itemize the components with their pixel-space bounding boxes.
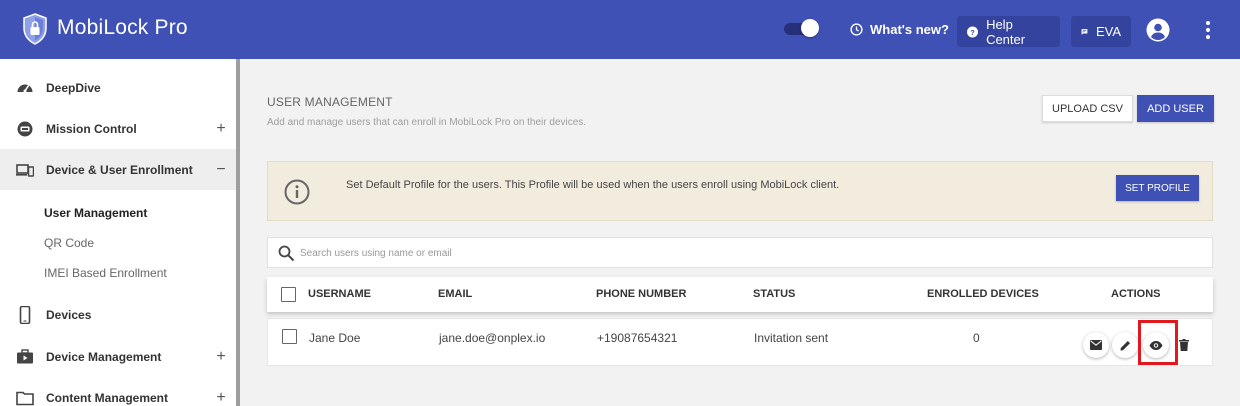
sidebar-item-deepdive[interactable]: DeepDive xyxy=(0,67,236,108)
sidebar-scrollbar[interactable] xyxy=(236,59,240,406)
cell-enrolled-devices: 0 xyxy=(973,331,980,345)
more-vertical-icon[interactable] xyxy=(1198,19,1218,41)
mission-control-icon xyxy=(17,121,33,136)
email-icon xyxy=(1090,340,1102,350)
cell-status: Invitation sent xyxy=(754,331,829,345)
sidebar-subitem-qr-code[interactable]: QR Code xyxy=(44,236,94,250)
edit-user-button[interactable] xyxy=(1112,332,1138,358)
phone-icon xyxy=(19,305,31,324)
theme-toggle-switch[interactable] xyxy=(784,19,820,37)
briefcase-icon xyxy=(17,348,33,363)
top-app-bar: MobiLock Pro What's new? ? Help Center E… xyxy=(0,0,1240,59)
page-subtitle: Add and manage users that can enroll in … xyxy=(267,117,587,128)
whats-new-label: What's new? xyxy=(870,22,949,37)
sidebar-item-label: Device Management xyxy=(46,349,162,364)
search-input[interactable] xyxy=(300,243,1180,263)
select-all-checkbox[interactable] xyxy=(281,287,296,302)
set-profile-button[interactable]: SET PROFILE xyxy=(1116,175,1199,201)
upload-csv-button[interactable]: UPLOAD CSV xyxy=(1042,95,1133,122)
help-circle-icon: ? xyxy=(967,25,979,38)
table-header: USERNAME EMAIL PHONE NUMBER STATUS ENROL… xyxy=(267,277,1213,312)
account-circle-icon[interactable] xyxy=(1146,18,1170,42)
add-user-button[interactable]: ADD USER xyxy=(1137,95,1214,122)
sidebar-item-label: Content Management xyxy=(46,390,169,405)
sidebar: DeepDive Mission Control + Device & User… xyxy=(0,59,236,406)
column-header-status[interactable]: STATUS xyxy=(753,288,795,300)
column-header-username[interactable]: USERNAME xyxy=(308,288,371,300)
sidebar-subitem-user-management[interactable]: User Management xyxy=(44,206,147,220)
search-icon xyxy=(278,245,295,262)
help-center-button[interactable]: ? Help Center xyxy=(957,16,1060,47)
pencil-icon xyxy=(1120,340,1130,350)
search-bar xyxy=(267,237,1213,268)
whats-new-link[interactable]: What's new? xyxy=(850,22,949,37)
cell-email: jane.doe@onplex.io xyxy=(439,331,546,345)
column-header-email[interactable]: EMAIL xyxy=(438,288,472,300)
table-row[interactable]: Jane Doe jane.doe@onplex.io +19087654321… xyxy=(267,318,1213,366)
collapse-icon[interactable]: − xyxy=(214,161,228,177)
send-email-button[interactable] xyxy=(1083,332,1109,358)
sidebar-item-label: Devices xyxy=(46,307,92,322)
expand-icon[interactable]: + xyxy=(214,120,228,136)
devices-icon xyxy=(16,163,34,177)
sidebar-item-content-management[interactable]: Content Management + xyxy=(0,377,236,406)
folder-icon xyxy=(16,391,34,405)
view-button-highlight xyxy=(1138,320,1178,365)
default-profile-banner: Set Default Profile for the users. This … xyxy=(267,161,1213,221)
column-header-enrolled-devices[interactable]: ENROLLED DEVICES xyxy=(927,288,1039,300)
shield-lock-logo-icon xyxy=(23,13,47,45)
help-center-label: Help Center xyxy=(986,16,1026,47)
speedometer-icon xyxy=(17,84,33,92)
info-icon xyxy=(284,179,310,205)
svg-text:?: ? xyxy=(970,27,975,36)
sidebar-item-label: Device & User Enrollment xyxy=(46,162,193,177)
page-title: USER MANAGEMENT xyxy=(267,95,393,109)
clock-icon xyxy=(850,23,863,36)
sidebar-item-mission-control[interactable]: Mission Control + xyxy=(0,108,236,149)
eva-label: EVA xyxy=(1095,24,1121,39)
column-header-actions: ACTIONS xyxy=(1111,288,1161,300)
app-title: MobiLock Pro xyxy=(57,16,188,39)
expand-icon[interactable]: + xyxy=(214,348,228,364)
cell-username: Jane Doe xyxy=(309,331,361,345)
chat-icon xyxy=(1081,28,1088,35)
cell-phone: +19087654321 xyxy=(597,331,678,345)
eva-chat-button[interactable]: EVA xyxy=(1071,16,1131,47)
expand-icon[interactable]: + xyxy=(214,389,228,405)
trash-icon xyxy=(1179,339,1189,351)
sidebar-item-device-user-enrollment[interactable]: Device & User Enrollment − xyxy=(0,149,236,190)
banner-text: Set Default Profile for the users. This … xyxy=(346,179,840,191)
row-checkbox[interactable] xyxy=(282,329,297,344)
sidebar-item-device-management[interactable]: Device Management + xyxy=(0,336,236,377)
sidebar-subitem-imei-enrollment[interactable]: IMEI Based Enrollment xyxy=(44,266,167,280)
sidebar-item-label: DeepDive xyxy=(46,80,101,95)
column-header-phone[interactable]: PHONE NUMBER xyxy=(596,288,686,300)
sidebar-item-label: Mission Control xyxy=(46,121,137,136)
sidebar-item-devices[interactable]: Devices xyxy=(0,294,236,335)
